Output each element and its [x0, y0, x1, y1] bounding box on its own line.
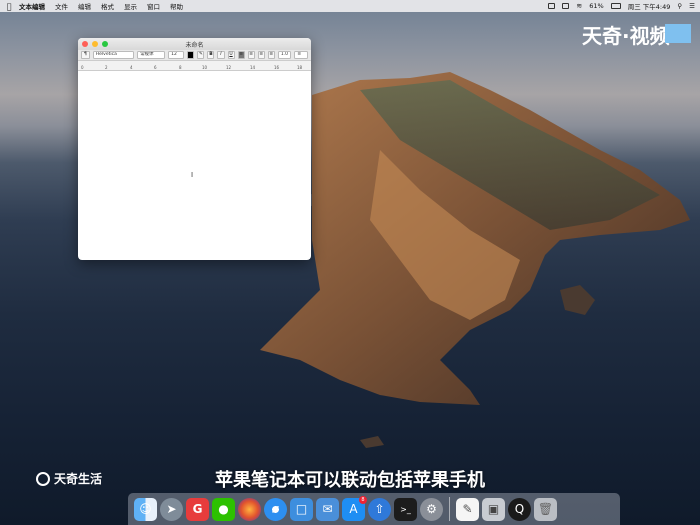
window-title: 未命名	[185, 42, 204, 49]
font-size-select[interactable]: 12	[168, 51, 185, 59]
quicktime-icon[interactable]: Q	[508, 497, 531, 521]
dock: ☺ ➤ G ● ➚ □ ✉ A 8 ⇧ >_ ⚙ ✎ ▣ Q 🗑	[128, 493, 620, 525]
wechat-icon[interactable]: ●	[212, 497, 235, 521]
firefox-icon[interactable]	[238, 497, 261, 521]
watermark-text: 天奇·视频	[582, 24, 670, 48]
watermark-badge	[665, 24, 691, 43]
finder-icon[interactable]: ☺	[134, 497, 157, 521]
app-store-icon[interactable]: A 8	[342, 495, 367, 521]
textedit-icon[interactable]: ✎	[456, 497, 479, 521]
document-body[interactable]	[78, 70, 311, 260]
align-left-icon[interactable]: ≡	[237, 51, 245, 59]
preview-icon[interactable]: ▣	[482, 497, 505, 521]
launchpad-icon[interactable]: ➤	[160, 497, 183, 521]
align-center-icon[interactable]: ≡	[247, 51, 255, 59]
terminal-icon[interactable]: >_	[394, 497, 417, 521]
justify-icon[interactable]: ≡	[267, 51, 275, 59]
text-cursor-icon: I	[191, 171, 194, 179]
app-g-icon[interactable]: G	[186, 497, 209, 521]
font-family-select[interactable]: Helvetica	[92, 51, 135, 59]
video-subtitle: 苹果笔记本可以联动包括苹果手机	[215, 470, 485, 491]
format-toolbar: ¶ Helvetica 常规体 12 ✎ B I U ≡ ≡ ≡ ≡ 1.0 ≡	[78, 50, 311, 61]
align-right-icon[interactable]: ≡	[257, 51, 265, 59]
bold-button[interactable]: B	[207, 51, 215, 59]
system-preferences-icon[interactable]: ⚙	[420, 497, 443, 521]
font-style-select[interactable]: 常规体	[137, 51, 166, 59]
paragraph-style-icon[interactable]: ¶	[81, 51, 90, 59]
textedit-window[interactable]: 未命名 ¶ Helvetica 常规体 12 ✎ B I U ≡ ≡ ≡ ≡ 1…	[78, 38, 311, 260]
list-style-select[interactable]: ≡	[294, 51, 308, 59]
app-store-badge: 8	[359, 495, 367, 504]
window-titlebar[interactable]: 未命名	[78, 38, 311, 50]
underline-button[interactable]: U	[227, 51, 235, 59]
safari-icon[interactable]: ➚	[264, 497, 287, 521]
dock-separator	[449, 497, 450, 521]
line-spacing-select[interactable]: 1.0	[277, 51, 292, 59]
italic-button[interactable]: I	[217, 51, 225, 59]
upload-icon[interactable]: ⇧	[368, 497, 391, 521]
mail-icon[interactable]: ✉	[316, 497, 339, 521]
text-color-swatch[interactable]	[187, 51, 195, 59]
trash-icon[interactable]: 🗑	[534, 497, 557, 521]
highlight-pen-icon[interactable]: ✎	[197, 51, 205, 59]
files-icon[interactable]: □	[290, 497, 313, 521]
